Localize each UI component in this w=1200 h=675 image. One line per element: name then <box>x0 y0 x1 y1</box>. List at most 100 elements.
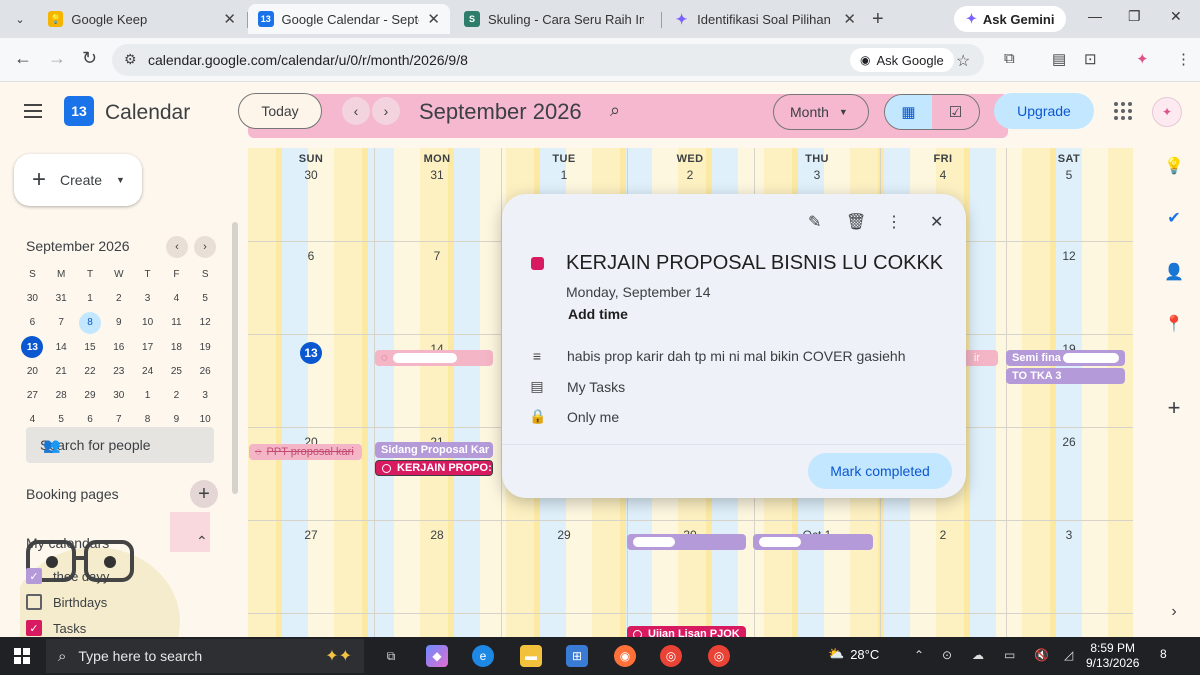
file-explorer-icon[interactable]: ▬ <box>520 645 542 667</box>
edit-pencil-icon[interactable]: ✎ <box>808 212 821 232</box>
event-chip-to-tka[interactable]: TO TKA 3 <box>1006 368 1125 384</box>
view-selector[interactable]: Month ▼ <box>773 94 869 130</box>
day-number[interactable]: 13 <box>248 342 374 364</box>
event-chip-blurred[interactable] <box>753 534 873 550</box>
event-chip-ujian-lisan[interactable]: Ujian Lisan PJOK <box>627 626 746 637</box>
mini-day-cell[interactable]: 5 <box>191 286 220 310</box>
volume-muted-icon[interactable]: 🔇 <box>1034 648 1049 662</box>
checkbox-unchecked-icon[interactable] <box>26 594 42 610</box>
tab-skuling[interactable]: S Skuling - Cara Seru Raih Imp <box>454 4 662 34</box>
weather-widget[interactable]: ⛅ 28°C <box>828 646 879 662</box>
tab-google-calendar[interactable]: 13 Google Calendar - Septembe ✕ <box>248 4 450 34</box>
mini-day-cell[interactable]: 26 <box>191 359 220 383</box>
close-window-icon[interactable]: ✕ <box>1170 8 1182 25</box>
keep-icon[interactable]: 💡 <box>1164 156 1184 176</box>
mini-day-cell[interactable]: 14 <box>47 335 76 359</box>
forward-arrow-icon[interactable]: → <box>48 48 66 69</box>
day-number[interactable]: 27 <box>248 528 374 542</box>
ask-gemini-button[interactable]: ✦ Ask Gemini <box>954 6 1067 32</box>
browser-menu-icon[interactable]: ⋮ <box>1176 50 1191 68</box>
day-number[interactable]: 29 <box>501 528 627 542</box>
mini-prev-month-icon[interactable]: ‹ <box>166 236 188 258</box>
mini-day-cell[interactable]: 4 <box>162 286 191 310</box>
copilot-icon[interactable]: ◆ <box>426 645 448 667</box>
mini-day-cell[interactable]: 10 <box>133 311 162 335</box>
previous-month-icon[interactable]: ‹ <box>342 97 370 125</box>
calendar-item-tasks[interactable]: ✓ Tasks <box>26 620 86 636</box>
tasks-view-icon[interactable]: ☑ <box>932 95 979 129</box>
day-number[interactable]: 2 <box>880 528 1006 542</box>
event-chip-blurred[interactable] <box>627 534 746 550</box>
omnibox[interactable]: ⚙ calendar.google.com/calendar/u/0/r/mon… <box>112 44 984 76</box>
search-people-input[interactable]: 👥 Search for people <box>26 427 214 463</box>
edge-icon[interactable]: e <box>472 645 494 667</box>
google-apps-icon[interactable] <box>1114 102 1132 120</box>
account-avatar[interactable]: ✦ <box>1152 97 1182 127</box>
mini-day-cell[interactable]: 12 <box>191 311 220 335</box>
contacts-icon[interactable]: 👤 <box>1164 262 1184 282</box>
event-chip-kerjain-proposal[interactable]: KERJAIN PROPO: <box>375 460 493 476</box>
onedrive-icon[interactable]: ☁ <box>972 648 984 662</box>
create-button[interactable]: + Create ▼ <box>14 154 142 206</box>
mini-day-cell[interactable]: 22 <box>76 359 105 383</box>
day-number[interactable]: 31 <box>374 168 500 182</box>
mini-day-cell[interactable]: 24 <box>133 359 162 383</box>
mini-day-cell[interactable]: 15 <box>76 335 105 359</box>
get-addons-icon[interactable]: + <box>1164 395 1184 420</box>
more-options-icon[interactable]: ⋮ <box>886 212 902 232</box>
next-month-icon[interactable]: › <box>372 97 400 125</box>
my-calendars-label[interactable]: My calendars <box>26 535 109 551</box>
back-arrow-icon[interactable]: ← <box>14 48 32 69</box>
day-number[interactable]: 28 <box>374 528 500 542</box>
tab-search-dropdown[interactable]: ⌄ <box>8 7 32 31</box>
mini-day-cell[interactable]: 2 <box>104 286 133 310</box>
windows-start-icon[interactable] <box>14 648 30 664</box>
screenshot-icon[interactable]: ⊡ <box>1084 50 1097 68</box>
event-chip-sidang-proposal[interactable]: Sidang Proposal Kar <box>375 442 493 458</box>
maps-icon[interactable]: 📍 <box>1164 314 1184 334</box>
sidebar-scrollbar[interactable] <box>232 222 238 494</box>
task-view-icon[interactable]: ⧉ <box>380 645 402 667</box>
day-number[interactable]: 7 <box>374 249 500 263</box>
calendar-view-icon[interactable]: ▦ <box>885 95 932 129</box>
taskbar-search-box[interactable]: ⌕ Type here to search ✦✦ <box>46 639 364 673</box>
event-chip-semi-final[interactable]: Semi fina <box>1006 350 1125 366</box>
minimize-icon[interactable]: — <box>1088 8 1102 24</box>
tab-google-keep[interactable]: 💡 Google Keep ✕ <box>38 4 246 34</box>
mini-day-cell[interactable]: 2 <box>162 383 191 407</box>
tray-chevron-up-icon[interactable]: ⌃ <box>914 648 924 662</box>
mini-day-cell[interactable]: 9 <box>104 311 133 335</box>
mini-day-cell[interactable]: 23 <box>104 359 133 383</box>
restore-icon[interactable]: ❐ <box>1128 8 1141 25</box>
calendar-item-birthdays[interactable]: Birthdays <box>26 594 107 610</box>
mini-day-cell[interactable]: 6 <box>18 311 47 335</box>
day-number[interactable]: 30 <box>248 168 374 182</box>
add-time-link[interactable]: Add time <box>568 306 628 322</box>
day-number[interactable]: 5 <box>1006 168 1132 182</box>
upgrade-button[interactable]: Upgrade <box>994 93 1094 129</box>
mini-day-cell[interactable]: 20 <box>18 359 47 383</box>
day-number[interactable]: 1 <box>501 168 627 182</box>
mini-day-cell[interactable]: 30 <box>104 383 133 407</box>
mark-completed-button[interactable]: Mark completed <box>808 453 952 489</box>
mini-day-cell[interactable]: 31 <box>47 286 76 310</box>
microsoft-store-icon[interactable]: ⊞ <box>566 645 588 667</box>
mini-day-cell[interactable]: 25 <box>162 359 191 383</box>
url-text[interactable]: calendar.google.com/calendar/u/0/r/month… <box>148 52 468 68</box>
reading-list-icon[interactable]: ▤ <box>1052 50 1066 68</box>
mini-day-cell[interactable]: 3 <box>133 286 162 310</box>
mini-day-cell[interactable]: 16 <box>104 335 133 359</box>
chevron-up-icon[interactable]: ⌃ <box>196 533 208 550</box>
ask-google-button[interactable]: ◉ Ask Google <box>850 48 954 72</box>
close-tab-icon[interactable]: ✕ <box>223 10 236 28</box>
mini-day-cell[interactable]: 18 <box>162 335 191 359</box>
mini-day-cell[interactable]: 7 <box>47 311 76 335</box>
mini-day-cell[interactable]: 3 <box>191 383 220 407</box>
firefox-icon[interactable]: ◉ <box>614 645 636 667</box>
day-number[interactable]: 12 <box>1006 249 1132 263</box>
mini-day-cell[interactable]: 13 <box>18 335 47 359</box>
delete-trash-icon[interactable]: 🗑 <box>846 212 866 232</box>
close-tab-icon[interactable]: ✕ <box>843 10 856 28</box>
event-chip-ppt-proposal[interactable]: ◌ PPT proposal kari <box>249 444 362 460</box>
site-info-icon[interactable]: ⚙ <box>124 51 137 68</box>
